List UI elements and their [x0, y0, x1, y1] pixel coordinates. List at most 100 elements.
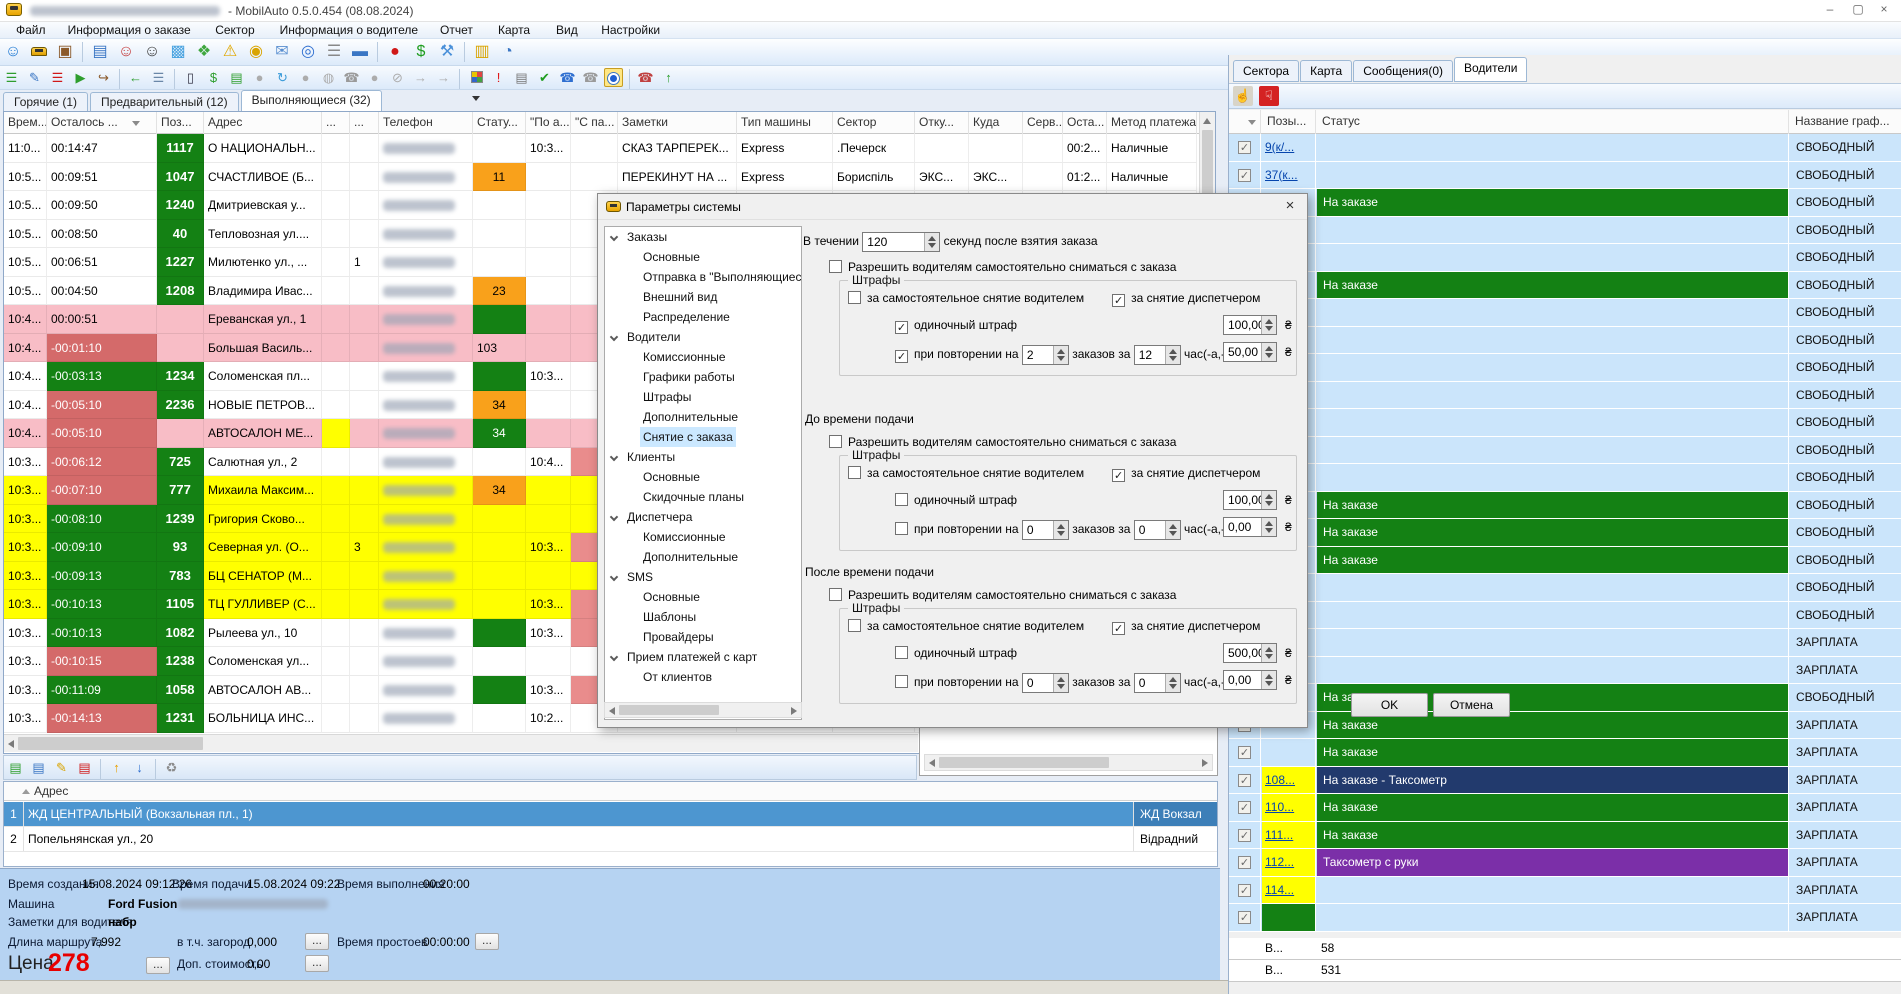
minimize-button[interactable]: – [1819, 2, 1841, 18]
phone-gray2-icon[interactable]: ☎ [581, 68, 600, 87]
orders-column-header[interactable]: ... [322, 112, 350, 134]
orders-column-header[interactable]: Тип машины [737, 112, 833, 134]
order-edit-icon[interactable]: ✎ [25, 68, 44, 87]
menu-item-информация-о-водителе[interactable]: Информация о водителе [274, 23, 424, 38]
repeat-count-spinner[interactable]: 0 [1022, 520, 1069, 540]
menu-item-информация-о-заказе[interactable]: Информация о заказе [62, 23, 197, 38]
order-row[interactable]: 11:0...00:14:471117О НАЦИОНАЛЬН...10:3..… [4, 134, 1200, 163]
suburb-more-button[interactable]: ... [305, 933, 329, 950]
driver-position-link[interactable]: 112... [1265, 855, 1294, 869]
driver-checkbox[interactable]: ✓ [1238, 774, 1251, 787]
cancel-gray-icon[interactable]: ⊘ [388, 68, 407, 87]
doc-green-icon[interactable]: ▤ [227, 68, 246, 87]
single-fine-amount-arrows[interactable] [1261, 491, 1276, 509]
driver-row[interactable]: ✓108...На заказе - ТаксометрЗАРПЛАТА [1229, 767, 1901, 795]
cancel-button[interactable]: Отмена [1433, 693, 1510, 717]
tree-item--[interactable]: Отправка в "Выполняющиес [605, 267, 801, 287]
repeat-fine-amount[interactable]: 50,00 [1223, 342, 1277, 362]
stop-icon[interactable]: ● [384, 41, 406, 63]
driver-row[interactable]: ✓СВОБОДНЫЙ [1229, 244, 1901, 272]
orders-column-header[interactable]: Поз... [157, 112, 204, 134]
driver-checkbox[interactable]: ✓ [1238, 141, 1251, 154]
driver-row[interactable]: ✓На заказеСВОБОДНЫЙ [1229, 684, 1901, 712]
address-edit-icon[interactable]: ✎ [52, 758, 71, 777]
tree-item--[interactable]: Провайдеры [605, 627, 801, 647]
driver-row[interactable]: ✓На заказеСВОБОДНЫЙ [1229, 519, 1901, 547]
tree-item--[interactable]: Диспетчера [605, 507, 801, 527]
driver-row[interactable]: ✓9(к/...СВОБОДНЫЙ [1229, 134, 1901, 162]
drivers-column-header[interactable]: Название граф... [1790, 110, 1901, 134]
circle1-icon[interactable]: ● [250, 68, 269, 87]
driver-checkbox[interactable]: ✓ [1238, 856, 1251, 869]
thumb-up-icon[interactable]: ↑ [659, 68, 678, 87]
interval-spinner[interactable]: 120 [862, 232, 940, 252]
driver-block-icon[interactable]: ☟ [1259, 86, 1279, 106]
extra-more-button[interactable]: ... [305, 955, 329, 972]
repeat-hours-spinner-arrows[interactable] [1165, 674, 1180, 692]
briefcase-icon[interactable]: ▣ [54, 41, 76, 63]
driver-checkbox[interactable]: ✓ [1238, 169, 1251, 182]
arrow-gray1-icon[interactable]: → [411, 68, 430, 87]
driver-approve-icon[interactable]: ☝ [1233, 86, 1253, 106]
orders-hscrollbar[interactable] [4, 734, 918, 752]
orders-column-header[interactable]: Оста... [1063, 112, 1107, 134]
tree-item--[interactable]: Заказы [605, 227, 801, 247]
driver-row[interactable]: ✓СВОБОДНЫЙ [1229, 574, 1901, 602]
tree-item-SMS[interactable]: SMS [605, 567, 801, 587]
fine-self-checkbox[interactable] [848, 291, 861, 304]
refresh-icon[interactable]: ↻ [273, 68, 292, 87]
card-icon[interactable]: ▬ [349, 41, 371, 63]
tree-item--[interactable]: Основные [605, 587, 801, 607]
address-insert-icon[interactable]: ▤ [29, 758, 48, 777]
driver-checkbox[interactable]: ✓ [1238, 911, 1251, 924]
orders-column-header[interactable]: Сектор [833, 112, 915, 134]
driver-row[interactable]: ✓110...На заказеЗАРПЛАТА [1229, 794, 1901, 822]
repeat-fine-checkbox[interactable] [895, 350, 908, 363]
single-fine-checkbox[interactable] [895, 493, 908, 506]
tree-item--[interactable]: Распределение [605, 307, 801, 327]
driver-row[interactable]: ✓На заказеСВОБОДНЫЙ [1229, 547, 1901, 575]
phone-gray1-icon[interactable]: ☎ [342, 68, 361, 87]
panel-icon[interactable]: ▯ [181, 68, 200, 87]
close-button[interactable]: × [1873, 2, 1895, 18]
right-tab--[interactable]: Карта [1300, 60, 1352, 82]
fax-icon[interactable]: ▤ [512, 68, 531, 87]
orders-column-header[interactable]: ... [350, 112, 379, 134]
order-add-icon[interactable]: ☰ [2, 68, 21, 87]
driver-checkbox[interactable]: ✓ [1238, 884, 1251, 897]
driver-position-link[interactable]: 9(к/... [1265, 140, 1294, 154]
driver-row[interactable]: ✓На заказеСВОБОДНЫЙ [1229, 492, 1901, 520]
single-fine-amount[interactable]: 100,00 [1223, 315, 1277, 335]
menu-item-отчет[interactable]: Отчет [434, 23, 479, 38]
single-fine-amount-arrows[interactable] [1261, 316, 1276, 334]
orders-column-header[interactable]: Отку... [915, 112, 969, 134]
mail-icon[interactable]: ✉ [271, 41, 293, 63]
allow-self-remove-checkbox[interactable] [829, 260, 842, 273]
driver-position-link[interactable]: 37(к... [1265, 168, 1298, 182]
warning-icon[interactable]: ⚠ [219, 41, 241, 63]
orders-column-header[interactable]: Метод платежа [1107, 112, 1197, 134]
repeat-hours-spinner[interactable]: 0 [1134, 673, 1181, 693]
ok-button[interactable]: OK [1351, 693, 1428, 717]
tab--12-[interactable]: Предварительный (12) [90, 92, 239, 112]
driver-row[interactable]: ✓114...ЗАРПЛАТА [1229, 877, 1901, 905]
repeat-fine-amount-arrows[interactable] [1261, 671, 1276, 689]
tree-item--[interactable]: Клиенты [605, 447, 801, 467]
repeat-fine-amount-arrows[interactable] [1261, 343, 1276, 361]
driver-row[interactable]: ✓ЗАРПЛАТА [1229, 629, 1901, 657]
single-fine-checkbox[interactable] [895, 646, 908, 659]
orders-column-header[interactable]: "По а... [526, 112, 571, 134]
drivers-column-header[interactable]: Статус [1317, 110, 1789, 134]
driver-row[interactable]: ✓СВОБОДНЫЙ [1229, 327, 1901, 355]
interval-spinner-arrows[interactable] [924, 233, 939, 251]
photo-icon[interactable]: ▩ [167, 41, 189, 63]
alert-icon[interactable]: ! [489, 68, 508, 87]
confirm-icon[interactable]: ✔ [535, 68, 554, 87]
driver-position-link[interactable]: 111... [1265, 828, 1293, 842]
repeat-hours-spinner[interactable]: 0 [1134, 520, 1181, 540]
circle3-icon[interactable]: ● [365, 68, 384, 87]
driver-row[interactable]: ✓СВОБОДНЫЙ [1229, 382, 1901, 410]
repeat-hours-spinner[interactable]: 12 [1134, 345, 1181, 365]
idle-more-button[interactable]: ... [475, 933, 499, 950]
tree-item--[interactable]: Снятие с заказа [605, 427, 801, 447]
